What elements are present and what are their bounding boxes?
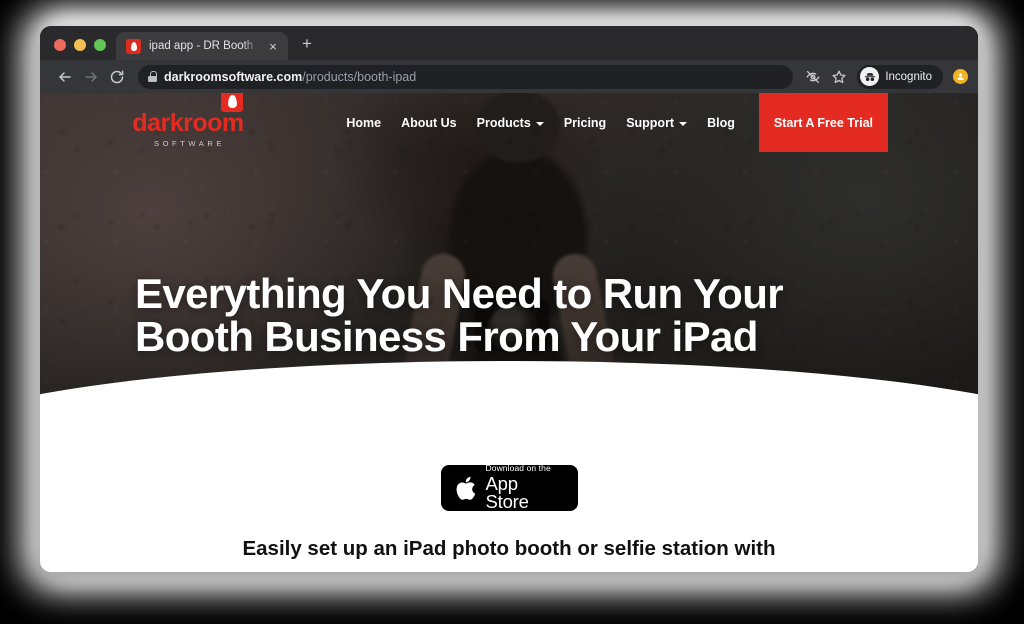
screenshot-stage: ipad app - DR Booth - Darkroo × + darkro…	[0, 0, 1024, 624]
nav-links: Home About Us Products Pricing Support B…	[346, 93, 735, 152]
nav-item-support-label: Support	[626, 115, 675, 130]
profile-avatar-icon[interactable]	[953, 69, 968, 84]
browser-window: ipad app - DR Booth - Darkroo × + darkro…	[40, 26, 978, 572]
app-store-badge[interactable]: Download on the App Store	[440, 464, 578, 512]
nav-item-products[interactable]: Products	[477, 116, 544, 130]
forward-icon[interactable]	[78, 64, 104, 90]
nav-item-home[interactable]: Home	[346, 116, 381, 130]
maximize-window-button[interactable]	[94, 39, 106, 51]
page-viewport: darkroom SOFTWARE Home About Us Products	[40, 93, 978, 572]
nav-item-blog-label: Blog	[707, 115, 735, 130]
nav-item-pricing[interactable]: Pricing	[564, 116, 606, 130]
chevron-down-icon	[679, 121, 688, 126]
url-host: darkroomsoftware.com	[164, 69, 303, 84]
page-title: Everything You Need to Run Your Booth Bu…	[135, 270, 784, 360]
incognito-label: Incognito	[885, 70, 932, 83]
incognito-hat-icon	[860, 67, 880, 86]
address-bar[interactable]: darkroomsoftware.com/products/booth-ipad	[138, 64, 794, 89]
site-logo[interactable]: darkroom SOFTWARE	[132, 93, 244, 152]
tab-strip: ipad app - DR Booth - Darkroo × +	[40, 26, 978, 60]
incognito-indicator[interactable]: Incognito	[857, 64, 943, 89]
nav-item-pricing-label: Pricing	[563, 115, 607, 130]
headline-line-1: Everything You Need to Run Your	[135, 270, 784, 317]
new-tab-button[interactable]: +	[302, 35, 312, 52]
close-window-button[interactable]	[54, 39, 66, 51]
section-subheading: Easily set up an iPad photo booth or sel…	[242, 537, 776, 560]
tab-title: ipad app - DR Booth - Darkroo	[149, 40, 258, 52]
nav-item-about-us-label: About Us	[401, 115, 457, 130]
nav-item-about-us[interactable]: About Us	[401, 116, 457, 130]
chevron-down-icon	[535, 121, 544, 126]
headline-line-2: Booth Business From Your iPad	[135, 312, 758, 360]
app-store-small-text: Download on the	[485, 463, 551, 474]
nav-tail-spacer	[888, 93, 978, 152]
content-section: Download on the App Store Easily set up …	[40, 433, 978, 572]
nav-item-blog[interactable]: Blog	[707, 116, 735, 130]
nav-item-products-label: Products	[476, 115, 531, 130]
eye-slash-icon[interactable]	[801, 65, 825, 89]
close-icon[interactable]: ×	[266, 40, 280, 53]
padlock-icon	[148, 71, 157, 82]
reload-icon[interactable]	[104, 64, 130, 90]
browser-toolbar: darkroomsoftware.com/products/booth-ipad…	[40, 60, 978, 93]
back-icon[interactable]	[52, 64, 78, 90]
star-icon[interactable]	[827, 65, 851, 89]
nav-item-support[interactable]: Support	[626, 115, 688, 130]
toolbar-actions: Incognito	[801, 64, 968, 89]
logo-subtext: SOFTWARE	[153, 139, 226, 148]
window-traffic-lights	[40, 39, 116, 60]
app-store-text: Download on the App Store	[486, 464, 565, 512]
minimize-window-button[interactable]	[74, 39, 86, 51]
app-store-big-text: App Store	[485, 472, 529, 513]
browser-tab[interactable]: ipad app - DR Booth - Darkroo ×	[116, 32, 288, 60]
url-path: /products/booth-ipad	[302, 69, 417, 84]
site-navigation: darkroom SOFTWARE Home About Us Products	[40, 93, 978, 152]
logo-wordmark: darkroom	[132, 109, 244, 137]
nav-item-home-label: Home	[346, 115, 382, 130]
apple-logo-icon	[454, 475, 477, 502]
url-text: darkroomsoftware.com/products/booth-ipad	[164, 70, 416, 84]
start-free-trial-button[interactable]: Start A Free Trial	[758, 93, 888, 152]
darkroom-flame-icon	[126, 38, 141, 54]
flame-bulb-icon	[221, 93, 243, 112]
